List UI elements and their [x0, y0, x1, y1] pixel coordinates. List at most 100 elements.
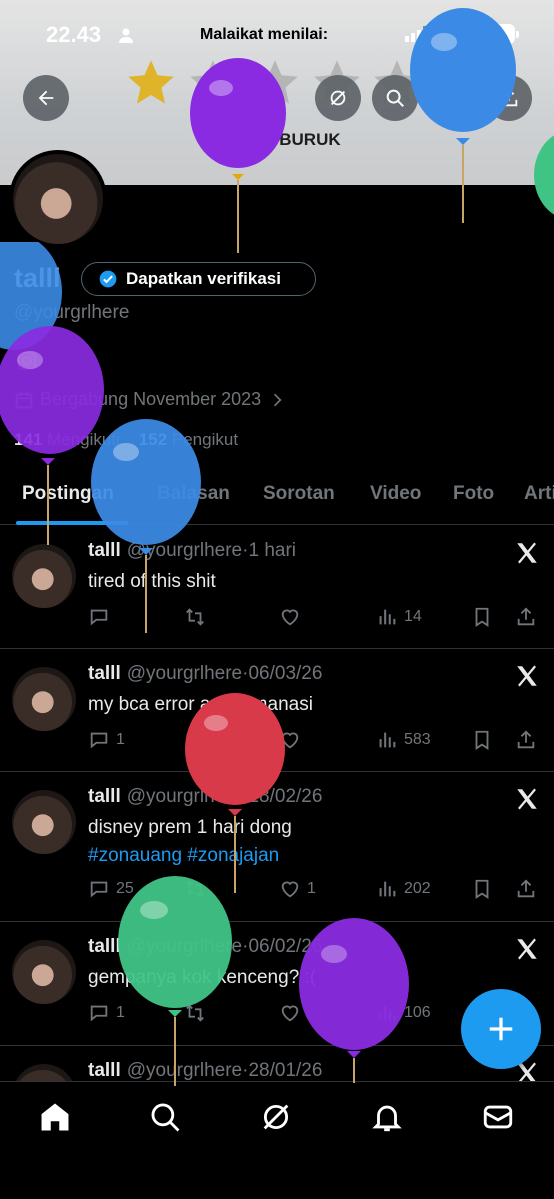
reply-icon: [90, 1005, 108, 1022]
reply-button[interactable]: 25: [88, 878, 134, 900]
following-link[interactable]: 141 Mengikuti: [14, 430, 120, 449]
share-post-button[interactable]: [515, 729, 537, 751]
post-author-name[interactable]: talll: [88, 540, 121, 561]
bookmark-button[interactable]: [471, 606, 493, 628]
share-post-button[interactable]: [515, 606, 537, 628]
post-avatar[interactable]: [12, 940, 76, 1004]
nav-messages[interactable]: [481, 1100, 515, 1134]
nav-notifications[interactable]: [370, 1100, 404, 1134]
reply-count: 25: [116, 880, 134, 897]
post-item[interactable]: talll @yourgrlhere·1 hari tired of this s…: [0, 526, 554, 649]
messages-icon: [483, 1105, 513, 1129]
edit-button[interactable]: [429, 75, 475, 121]
tab-highlights[interactable]: Sorotan: [263, 483, 335, 505]
views-count: 583: [404, 731, 431, 748]
back-button[interactable]: [23, 75, 69, 121]
retweet-icon: [186, 608, 204, 626]
grok-icon: [330, 90, 346, 106]
bookmark-button[interactable]: [471, 878, 493, 900]
profile-handle: @yourgrlhere: [14, 302, 130, 323]
post-meta: talll @yourgrlhere·06/02/26: [88, 936, 322, 958]
search-icon: [386, 89, 404, 107]
tab-video[interactable]: Video: [370, 483, 421, 505]
home-icon: [41, 1103, 69, 1131]
reply-icon: [90, 609, 108, 626]
post-avatar[interactable]: [12, 667, 76, 731]
nav-grok[interactable]: [259, 1100, 293, 1134]
tab-replies[interactable]: Balasan: [157, 483, 230, 505]
views-count: 202: [404, 880, 431, 897]
post-author-name[interactable]: talll: [88, 786, 121, 807]
instagram-icon[interactable]: [16, 350, 38, 372]
x-logo-icon[interactable]: [514, 786, 540, 812]
views-count: 106: [404, 1004, 431, 1021]
bookmark-icon: [475, 879, 489, 899]
follow-stats: 141 Mengikuti 152 Pengikut: [14, 430, 238, 450]
views-icon: [379, 1005, 396, 1021]
grok-button[interactable]: [315, 75, 361, 121]
reply-button[interactable]: [88, 606, 116, 628]
like-button[interactable]: [279, 729, 307, 751]
x-logo-icon[interactable]: [514, 663, 540, 689]
share-icon: [500, 88, 518, 107]
heart-icon: [281, 609, 299, 626]
share-button[interactable]: [486, 75, 532, 121]
battery-indicator: 91: [477, 24, 519, 44]
post-author-name[interactable]: talll: [88, 663, 121, 684]
post-avatar[interactable]: [12, 790, 76, 854]
like-button[interactable]: [279, 606, 307, 628]
post-author-name[interactable]: talll: [88, 1060, 121, 1081]
post-time: 28/01/26: [248, 1060, 323, 1081]
x-logo-icon[interactable]: [514, 540, 540, 566]
retweet-button[interactable]: [184, 878, 212, 900]
share-post-button[interactable]: [515, 878, 537, 900]
reply-count: 1: [116, 731, 125, 748]
views-button[interactable]: 583: [376, 729, 431, 751]
bookmark-button[interactable]: [471, 729, 493, 751]
retweet-button[interactable]: [184, 606, 212, 628]
star-empty-icon: [252, 60, 298, 104]
compose-post-button[interactable]: [461, 989, 541, 1069]
post-meta: talll @yourgrlhere·1 hari: [88, 540, 296, 562]
retweet-icon: [186, 1004, 204, 1022]
nav-home[interactable]: [38, 1100, 72, 1134]
reply-button[interactable]: 1: [88, 729, 125, 751]
retweet-button[interactable]: [184, 729, 212, 751]
tab-photos[interactable]: Foto: [453, 483, 494, 505]
person-icon: [119, 28, 133, 43]
reply-button[interactable]: 1: [88, 1002, 125, 1024]
post-meta: talll @yourgrlhere·28/01/26: [88, 1060, 322, 1082]
profile-name: talll: [14, 263, 61, 293]
views-count: 14: [404, 608, 422, 625]
back-icon: [38, 90, 54, 106]
tab-posts[interactable]: Postingan: [22, 483, 114, 505]
followers-label: Pengikut: [171, 430, 239, 449]
post-item[interactable]: talll @yourgrlhere·18/02/26 disney prem 1…: [0, 772, 554, 922]
post-handle: @yourgrlhere: [126, 540, 243, 561]
search-button[interactable]: [372, 75, 418, 121]
post-text: my bca error apa gimanasi: [88, 691, 313, 719]
followers-link[interactable]: 152 Pengikut: [139, 430, 238, 449]
retweet-icon: [186, 731, 204, 749]
post-author-name[interactable]: talll: [88, 936, 121, 957]
post-time: 06/02/26: [248, 936, 323, 957]
retweet-button[interactable]: [184, 1002, 212, 1024]
views-button[interactable]: 106: [376, 1002, 431, 1024]
like-button[interactable]: [279, 1002, 307, 1024]
post-item[interactable]: talll @yourgrlhere·06/03/26 my bca error …: [0, 649, 554, 772]
x-logo-icon[interactable]: [514, 936, 540, 962]
post-hashtags[interactable]: #zonauang #zonajajan: [88, 842, 292, 870]
search-icon: [151, 1103, 180, 1132]
tab-articles[interactable]: Artikel: [524, 483, 554, 505]
share-icon: [517, 607, 535, 626]
star-filled-icon: [128, 60, 174, 104]
nav-search[interactable]: [148, 1100, 182, 1134]
signal-icon: [405, 26, 427, 42]
post-avatar[interactable]: [12, 544, 76, 608]
profile-avatar[interactable]: [9, 150, 107, 248]
like-button[interactable]: 1: [279, 878, 316, 900]
get-verified-button[interactable]: Dapatkan verifikasi: [81, 262, 316, 296]
views-button[interactable]: 14: [376, 606, 422, 628]
views-button[interactable]: 202: [376, 878, 431, 900]
followers-count: 152: [138, 430, 168, 449]
